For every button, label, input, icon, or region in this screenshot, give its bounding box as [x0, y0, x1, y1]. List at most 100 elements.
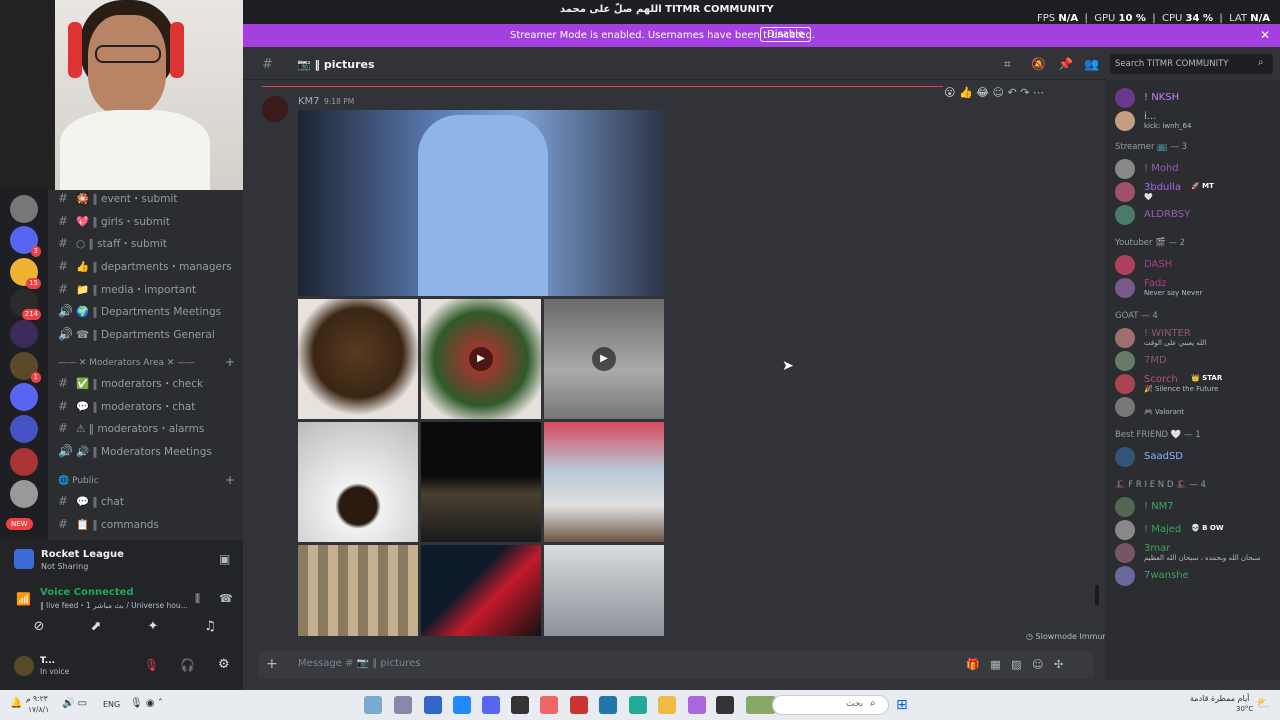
reply-icon[interactable]: ↶ — [1008, 86, 1017, 99]
member-item[interactable]: DASH — [1115, 255, 1275, 277]
member-item[interactable]: ! WINTER الله يعيني على الوقت — [1115, 328, 1275, 350]
member-item[interactable]: ! NKSH — [1115, 88, 1275, 110]
activities-icon[interactable]: ✦ — [129, 614, 177, 640]
volume-icon[interactable]: 🔊 — [62, 698, 74, 709]
attachment-image[interactable] — [544, 545, 664, 636]
chevron-up-icon[interactable]: ˄ — [158, 698, 163, 709]
file-explorer-icon[interactable] — [658, 696, 676, 714]
disconnect-icon[interactable]: ☎ — [219, 592, 233, 605]
sticker-icon[interactable]: ▨ — [1011, 658, 1021, 671]
acrobat-icon[interactable] — [570, 696, 588, 714]
reaction-icon[interactable]: 😮 — [944, 86, 955, 99]
member-item[interactable]: Scorch 👑 STAR 🎉 Silence the Future — [1115, 374, 1275, 396]
attachment-image[interactable] — [298, 422, 418, 542]
member-item[interactable]: ! Mohd — [1115, 159, 1275, 181]
gif-icon[interactable]: ▦ — [990, 658, 1000, 671]
member-item[interactable]: ALDRBSY — [1115, 205, 1275, 227]
more-options-icon[interactable]: ⋯ — [1033, 86, 1044, 99]
attachment-image[interactable] — [544, 422, 664, 542]
add-channel-icon[interactable]: + — [225, 355, 235, 369]
server-icon[interactable]: 15 — [10, 258, 41, 289]
play-icon[interactable]: ▶ — [592, 347, 616, 371]
category-moderators[interactable]: —— ✕ Moderators Area ✕ —— — [58, 358, 195, 368]
server-icon[interactable] — [10, 195, 38, 223]
member-item[interactable]: 7wanshe — [1115, 566, 1275, 588]
play-icon[interactable]: ▶ — [469, 347, 493, 371]
notification-bell-icon[interactable]: 🔕 — [1031, 57, 1046, 71]
member-item[interactable]: 7MD — [1115, 351, 1275, 373]
gift-icon[interactable]: 🎁 — [966, 658, 980, 671]
attachment-image[interactable] — [298, 545, 418, 636]
avatar[interactable] — [262, 96, 288, 122]
attachment-image[interactable] — [421, 422, 541, 542]
attachment-image[interactable] — [298, 110, 664, 296]
member-item[interactable]: SaadSD — [1115, 447, 1275, 469]
server-icon[interactable] — [10, 383, 38, 411]
settings-gear-icon[interactable]: ⚙ — [218, 657, 230, 672]
app-icon[interactable] — [688, 696, 706, 714]
member-item[interactable]: ! Majed 💀 B OW — [1115, 520, 1275, 542]
firefox-icon[interactable] — [540, 696, 558, 714]
soundboard-icon[interactable]: ♫ — [186, 614, 234, 640]
channel-item[interactable]: # 💬 ‖ chat — [58, 494, 238, 514]
member-item[interactable]: ! NM7 — [1115, 497, 1275, 519]
voice-channel-item[interactable]: 🔊 🌍 ‖ Departments Meetings — [58, 304, 238, 324]
channel-item[interactable]: # 🎇 ‖ event・submit — [58, 191, 238, 211]
channel-item[interactable]: # 👍 ‖ departments・managers — [58, 259, 238, 279]
weather-text[interactable]: أيام ممطرة قادمة — [1190, 694, 1249, 703]
channel-item[interactable]: # 💬 ‖ moderators・chat — [58, 399, 238, 419]
voice-channel-item[interactable]: 🔊 🔊 ‖ Moderators Meetings — [58, 444, 238, 464]
server-icon[interactable] — [10, 320, 38, 348]
add-reaction-icon[interactable]: ☺ — [993, 86, 1004, 99]
server-icon[interactable] — [10, 415, 38, 443]
windows-start-icon[interactable]: ⊞ — [896, 697, 908, 713]
headphones-icon[interactable]: 🎧 — [180, 658, 195, 672]
notification-icon[interactable]: 🔔 — [10, 698, 22, 709]
add-channel-icon[interactable]: + — [225, 473, 235, 487]
member-item[interactable]: 3bdulla 🚀 MT 🤍 — [1115, 182, 1275, 204]
message-reaction-bar[interactable]: 😮 👍 😂 ☺ ↶ ↷ ⋯ — [944, 86, 1044, 99]
app-icon[interactable] — [453, 696, 471, 714]
clock-date[interactable]: ١٧/٨/١ — [28, 705, 49, 714]
close-icon[interactable]: ✕ — [1260, 28, 1270, 42]
channel-item[interactable]: # ⚠ ‖ moderators・alarms — [58, 421, 238, 441]
server-icon[interactable] — [10, 448, 38, 476]
user-name[interactable]: T... — [40, 656, 55, 666]
discord-icon[interactable] — [482, 696, 500, 714]
network-icon[interactable]: ▭ — [78, 698, 87, 709]
language-indicator[interactable]: ENG — [103, 700, 120, 709]
member-item[interactable]: Fadz Never say Never — [1115, 278, 1275, 300]
reaction-icon[interactable]: 😂 — [976, 86, 989, 99]
noise-suppression-icon[interactable]: ⫼ — [195, 592, 200, 606]
pin-icon[interactable]: 📌 — [1058, 57, 1073, 71]
attachment-image[interactable] — [298, 299, 418, 419]
disable-streamer-mode-button[interactable]: Disable — [760, 27, 812, 42]
avatar[interactable] — [14, 656, 34, 676]
settings-app-icon[interactable] — [394, 696, 412, 714]
terminal-icon[interactable] — [716, 696, 734, 714]
screen-share-icon[interactable]: ▣ — [219, 552, 230, 566]
store-icon[interactable] — [599, 696, 617, 714]
channel-item[interactable]: # 📁 ‖ media・important — [58, 282, 238, 302]
chat-scrollbar[interactable] — [1095, 585, 1099, 605]
voice-connected-label[interactable]: Voice Connected — [40, 587, 134, 598]
camera-off-icon[interactable]: ⊘ — [15, 614, 63, 640]
threads-icon[interactable]: ⌗ — [1004, 57, 1011, 72]
server-icon[interactable]: 214 — [10, 289, 41, 320]
category-public[interactable]: 🌐 Public — [58, 476, 99, 486]
members-icon[interactable]: 👥 — [1084, 57, 1099, 71]
channel-item[interactable]: # 📋 ‖ commands — [58, 517, 238, 537]
screen-share-button[interactable]: ⬈ — [72, 614, 120, 640]
attachment-video[interactable]: ▶ — [544, 299, 664, 419]
server-icon[interactable]: 1 — [10, 352, 41, 383]
forward-icon[interactable]: ↷ — [1020, 86, 1029, 99]
reaction-icon[interactable]: 👍 — [959, 86, 973, 99]
channel-item[interactable]: # ○ ‖ staff・submit — [58, 236, 238, 256]
server-icon[interactable]: 3 — [10, 226, 41, 257]
edge-icon[interactable] — [629, 696, 647, 714]
channel-item[interactable]: # 💖 ‖ girls・submit — [58, 214, 238, 234]
mute-icon[interactable]: 🎙 — [144, 658, 159, 672]
chrome-icon[interactable] — [364, 696, 382, 714]
member-item[interactable]: 3mar سبحان الله وبحمده ، سبحان الله العظي… — [1115, 543, 1275, 565]
clock-time[interactable]: ٩:٢٣ م — [26, 694, 48, 703]
